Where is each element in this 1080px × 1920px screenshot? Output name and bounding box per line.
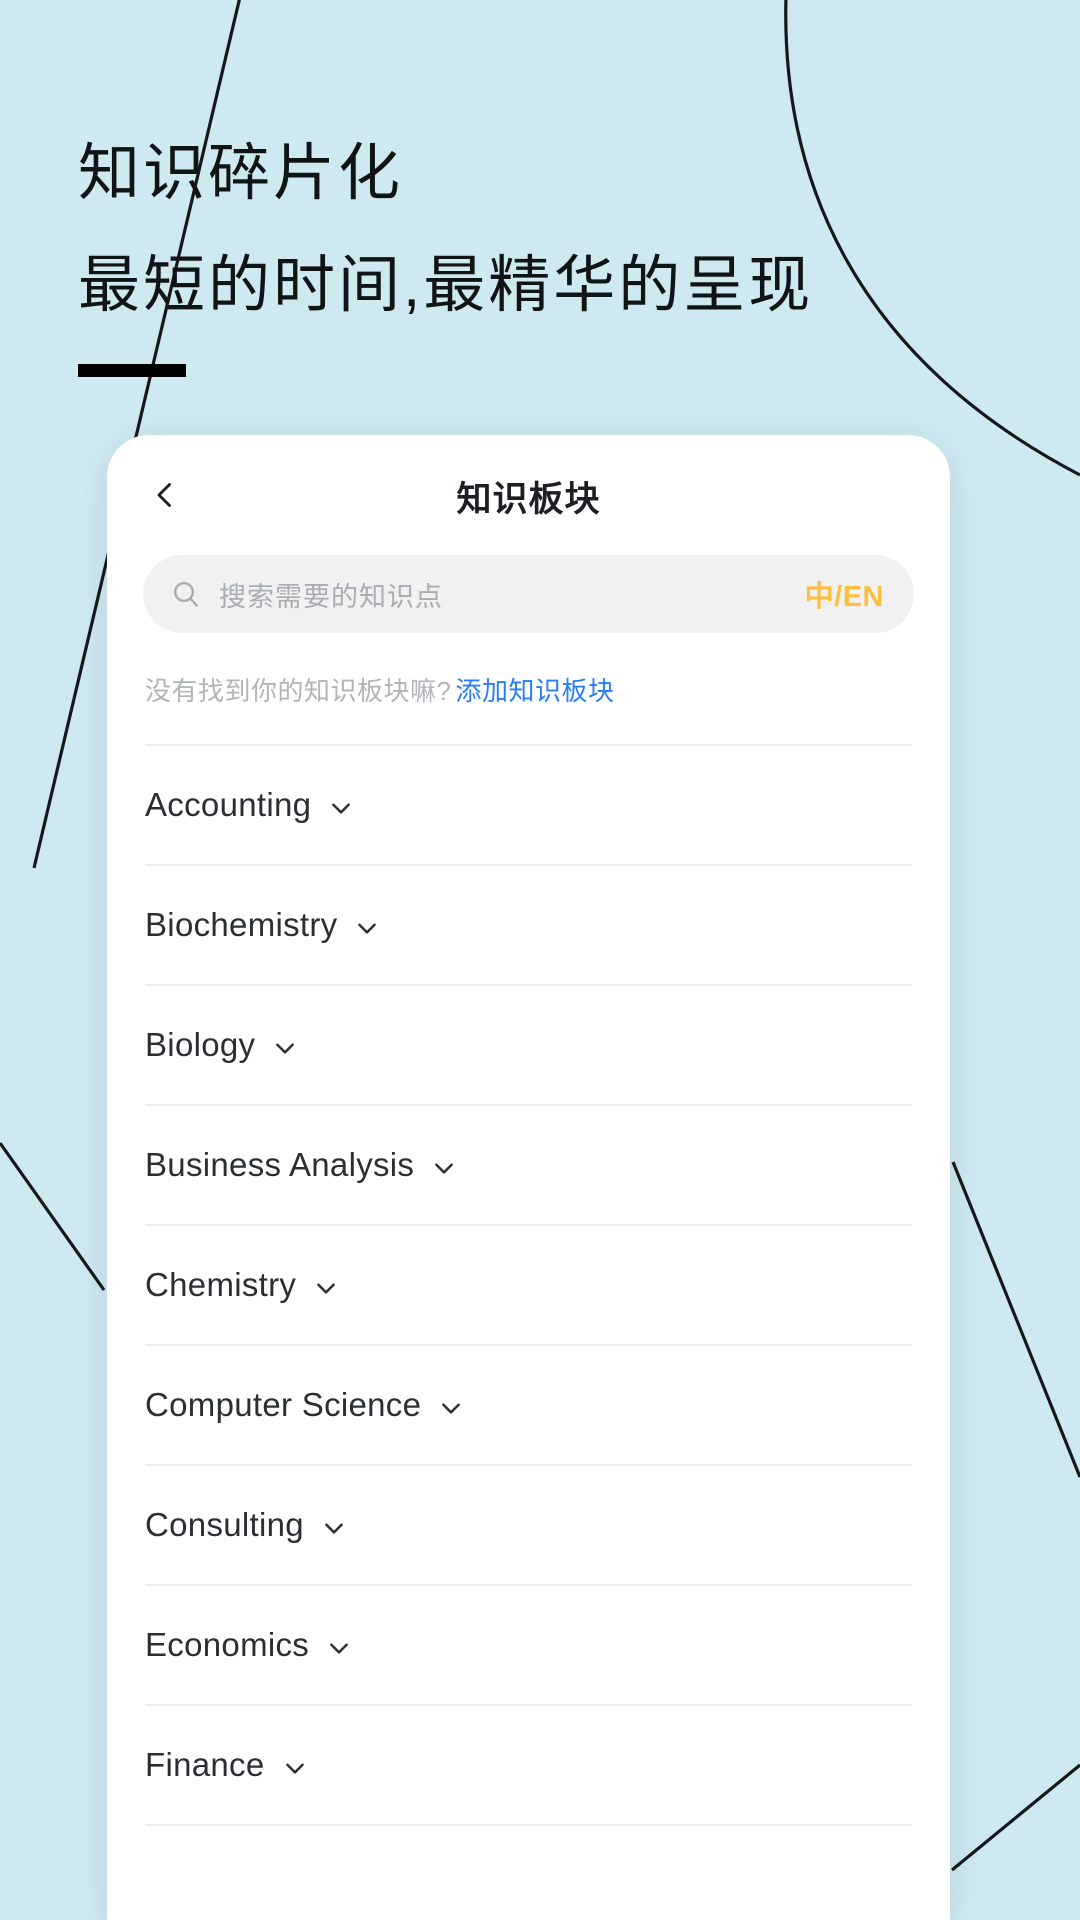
- subject-label: Business Analysis: [145, 1146, 415, 1183]
- subject-row[interactable]: Economics: [145, 1586, 912, 1706]
- subject-label: Chemistry: [145, 1266, 297, 1303]
- chevron-down-icon[interactable]: [313, 1275, 339, 1301]
- subject-label: Biology: [145, 1026, 256, 1063]
- subject-label: Consulting: [145, 1506, 304, 1543]
- subject-row[interactable]: Consulting: [145, 1466, 912, 1586]
- hero-copy: 知识碎片化 最短的时间,最精华的呈现: [78, 118, 813, 377]
- add-knowledge-module-link[interactable]: 添加知识板块: [455, 676, 614, 706]
- page-title: 知识板块: [456, 480, 601, 519]
- subject-label: Biochemistry: [145, 906, 338, 943]
- subject-label: Finance: [145, 1746, 265, 1783]
- no-result-hint-text: 没有找到你的知识板块嘛?: [145, 676, 452, 706]
- chevron-down-icon[interactable]: [328, 795, 354, 821]
- search-section: 搜索需要的知识点 中/EN: [143, 555, 914, 633]
- no-result-hint: 没有找到你的知识板块嘛? 添加知识板块: [145, 671, 912, 746]
- subject-row[interactable]: Biochemistry: [145, 866, 912, 986]
- subject-label: Accounting: [145, 786, 312, 823]
- chevron-down-icon[interactable]: [431, 1155, 457, 1181]
- chevron-down-icon[interactable]: [438, 1395, 464, 1421]
- subject-label: Computer Science: [145, 1386, 422, 1423]
- search-icon: [169, 577, 203, 611]
- navbar: 知识板块: [107, 435, 950, 553]
- chevron-down-icon[interactable]: [326, 1635, 352, 1661]
- language-toggle-button[interactable]: 中/EN: [805, 573, 884, 615]
- subject-row[interactable]: Accounting: [145, 746, 912, 866]
- hero-underline-rule: [78, 364, 186, 377]
- subject-row[interactable]: Business Analysis: [145, 1106, 912, 1226]
- phone-screen-card: 知识板块 搜索需要的知识点 中/EN 没有找到你的知识板块嘛? 添加知识板块 Ac…: [107, 435, 950, 1920]
- subject-label: Economics: [145, 1626, 310, 1663]
- hero-headline-line-2: 最短的时间,最精华的呈现: [78, 251, 814, 320]
- hero-headline-line-1: 知识碎片化: [78, 139, 404, 208]
- subject-row[interactable]: Finance: [145, 1706, 912, 1826]
- search-input[interactable]: 搜索需要的知识点: [219, 575, 805, 614]
- chevron-down-icon[interactable]: [354, 915, 380, 941]
- chevron-down-icon[interactable]: [272, 1035, 298, 1061]
- chevron-down-icon[interactable]: [321, 1515, 347, 1541]
- subject-row[interactable]: Computer Science: [145, 1346, 912, 1466]
- chevron-down-icon[interactable]: [282, 1755, 308, 1781]
- subject-list: Accounting Biochemistry Biology Business…: [145, 746, 912, 1826]
- subject-row[interactable]: Biology: [145, 986, 912, 1106]
- search-bar[interactable]: 搜索需要的知识点 中/EN: [143, 555, 914, 633]
- subject-row[interactable]: Chemistry: [145, 1226, 912, 1346]
